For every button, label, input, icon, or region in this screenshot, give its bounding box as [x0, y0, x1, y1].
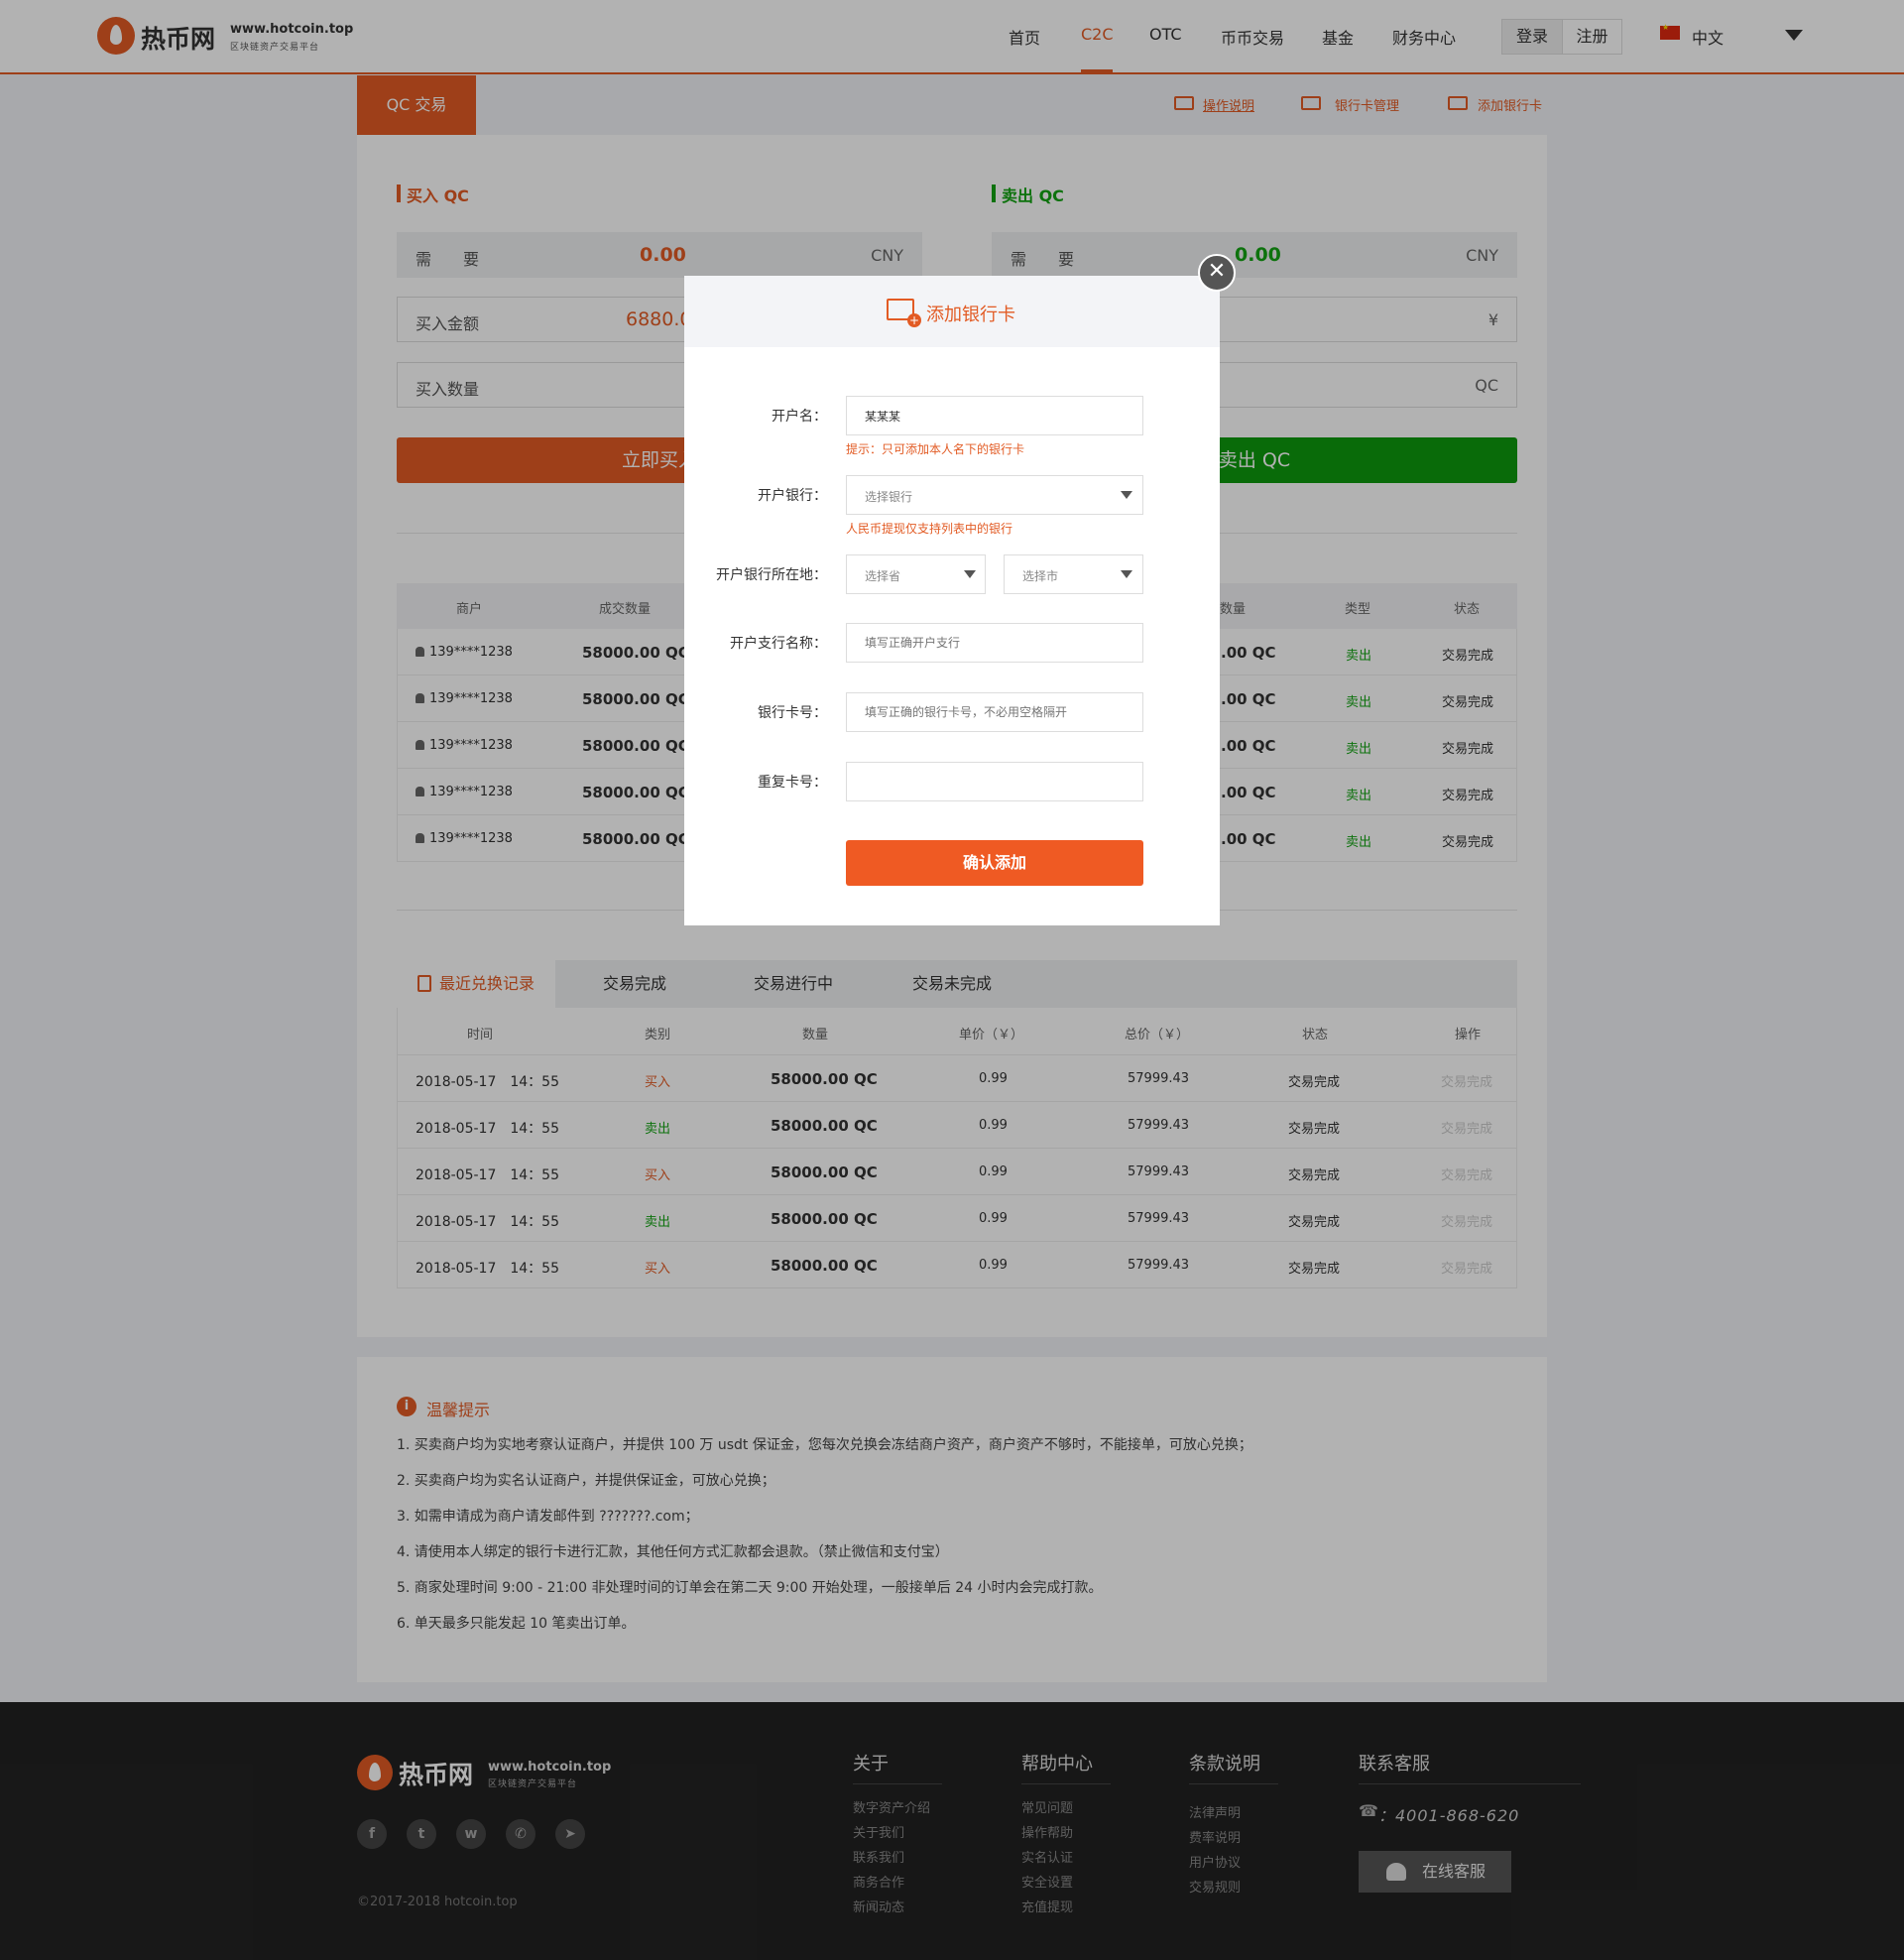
- modal-title: 添加银行卡: [926, 305, 1015, 325]
- modal-header: 添加银行卡: [684, 276, 1220, 347]
- close-icon[interactable]: ✕: [1198, 254, 1236, 292]
- bank-hint: 人民币提现仅支持列表中的银行: [846, 522, 1013, 536]
- branch-input[interactable]: [846, 623, 1143, 663]
- card-number-input[interactable]: [846, 692, 1143, 732]
- confirm-add-button[interactable]: 确认添加: [846, 840, 1143, 886]
- account-name-hint: 提示：只可添加本人名下的银行卡: [846, 442, 1025, 456]
- add-bank-card-modal: 添加银行卡: [684, 276, 1220, 925]
- repeat-card-label: 重复卡号：: [758, 775, 827, 791]
- bank-location-label: 开户银行所在地：: [716, 567, 827, 583]
- account-name-label: 开户名：: [772, 409, 827, 425]
- bank-select[interactable]: 选择银行: [846, 475, 1143, 515]
- repeat-card-input[interactable]: [846, 762, 1143, 801]
- card-number-label: 银行卡号：: [758, 705, 827, 721]
- chevron-down-icon: [1121, 570, 1132, 578]
- chevron-down-icon: [1121, 491, 1132, 499]
- chevron-down-icon: [964, 570, 976, 578]
- branch-label: 开户支行名称：: [730, 636, 827, 652]
- add-card-icon: [887, 299, 921, 327]
- bank-label: 开户银行：: [758, 488, 827, 504]
- account-name-input[interactable]: [846, 396, 1143, 435]
